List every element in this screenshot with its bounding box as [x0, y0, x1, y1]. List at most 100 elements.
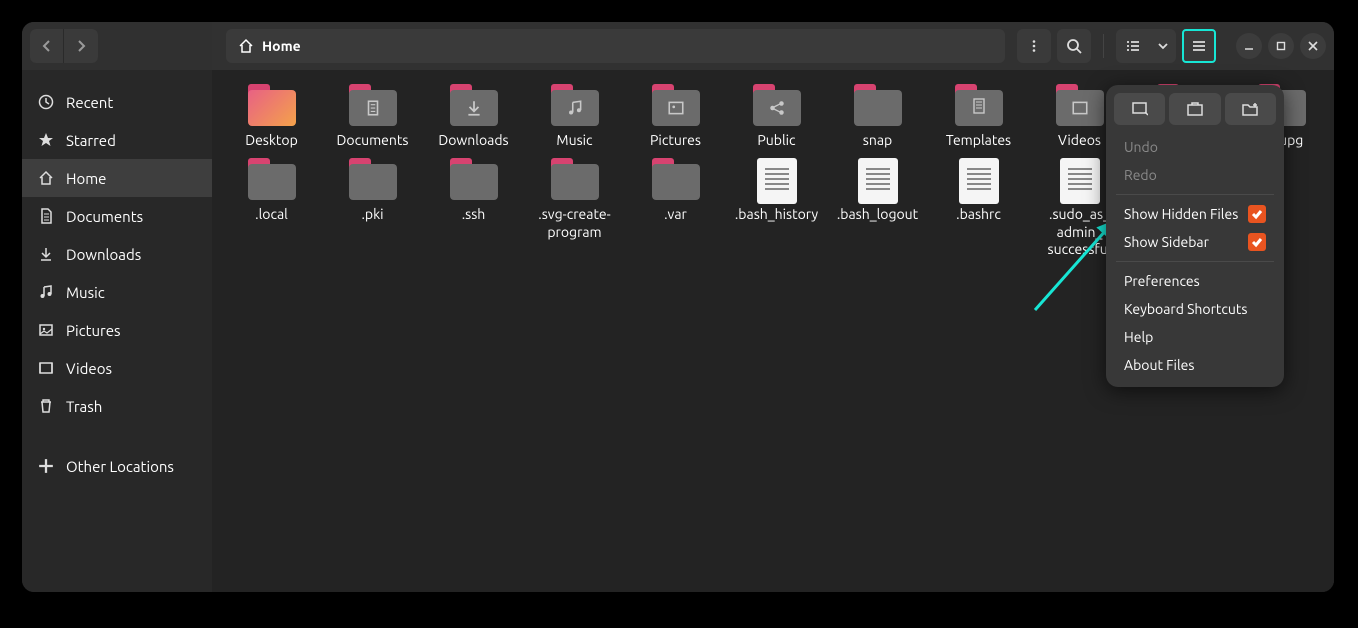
file-item[interactable]: .bashrc: [928, 154, 1029, 259]
file-name-label: .bash_​logout: [837, 206, 918, 224]
search-button[interactable]: [1057, 29, 1091, 63]
sidebar-item-trash[interactable]: Trash: [22, 387, 212, 425]
folder-icon: [854, 84, 902, 126]
document-icon: [38, 208, 54, 224]
sidebar-item-home[interactable]: Home: [22, 159, 212, 197]
menu-redo: Redo: [1114, 161, 1276, 189]
folder-icon: [349, 84, 397, 126]
new-folder-icon: [1242, 102, 1258, 116]
sidebar-item-downloads[interactable]: Downloads: [22, 235, 212, 273]
file-item[interactable]: .local: [221, 154, 322, 259]
sidebar-header: [22, 22, 212, 70]
file-name-label: Desktop: [245, 132, 298, 150]
new-folder-button[interactable]: [1225, 93, 1276, 125]
folder-icon: [753, 84, 801, 126]
separator: [1103, 34, 1104, 58]
sidebar-item-label: Downloads: [66, 246, 141, 263]
sidebar-item-recent[interactable]: Recent: [22, 83, 212, 121]
sidebar-item-label: Trash: [66, 398, 102, 415]
sidebar-item-label: Recent: [66, 94, 113, 111]
list-view-button[interactable]: [1116, 29, 1150, 63]
minimize-button[interactable]: [1236, 33, 1262, 59]
new-tab-button[interactable]: [1169, 93, 1220, 125]
file-name-label: Music: [556, 132, 592, 150]
file-name-label: .local: [255, 206, 288, 224]
text-file-icon: [854, 158, 902, 200]
file-item[interactable]: Public: [726, 80, 827, 150]
file-name-label: Downloads: [438, 132, 508, 150]
close-button[interactable]: [1300, 33, 1326, 59]
file-item[interactable]: snap: [827, 80, 928, 150]
maximize-button[interactable]: [1268, 33, 1294, 59]
text-file-icon: [955, 158, 1003, 200]
sidebar-item-pictures[interactable]: Pictures: [22, 311, 212, 349]
file-item[interactable]: .ssh: [423, 154, 524, 259]
sidebar-item-videos[interactable]: Videos: [22, 349, 212, 387]
list-icon: [1125, 38, 1141, 54]
new-window-button[interactable]: [1114, 93, 1165, 125]
menu-show-hidden-files[interactable]: Show Hidden Files: [1114, 200, 1276, 228]
folder-icon: [450, 158, 498, 200]
music-icon: [38, 284, 54, 300]
folder-icon: [248, 158, 296, 200]
file-name-label: .bashrc: [956, 206, 1001, 224]
sidebar-item-music[interactable]: Music: [22, 273, 212, 311]
menu-keyboard-shortcuts[interactable]: Keyboard Shortcuts: [1114, 295, 1276, 323]
menu-preferences[interactable]: Preferences: [1114, 267, 1276, 295]
folder-icon: [955, 84, 1003, 126]
chevron-right-icon: [75, 40, 87, 52]
hamburger-menu-button[interactable]: [1182, 29, 1216, 63]
folder-icon: [652, 158, 700, 200]
sidebar-item-label: Starred: [66, 132, 116, 149]
folder-icon: [248, 84, 296, 126]
nav-back-button[interactable]: [30, 29, 64, 63]
menu-help[interactable]: Help: [1114, 323, 1276, 351]
hamburger-popup-menu: Undo Redo Show Hidden Files Show Sidebar…: [1106, 85, 1284, 387]
plus-icon: [38, 458, 54, 474]
sidebar-item-documents[interactable]: Documents: [22, 197, 212, 235]
sidebar-item-label: Other Locations: [66, 458, 174, 475]
chevron-left-icon: [41, 40, 53, 52]
hamburger-icon: [1191, 38, 1207, 54]
view-dropdown-button[interactable]: [1150, 29, 1176, 63]
close-icon: [1308, 41, 1318, 51]
path-location: Home: [262, 38, 301, 54]
folder-icon: [349, 158, 397, 200]
download-icon: [38, 246, 54, 262]
menu-about-files[interactable]: About Files: [1114, 351, 1276, 379]
file-item[interactable]: Templates: [928, 80, 1029, 150]
more-actions-button[interactable]: [1017, 29, 1051, 63]
file-name-label: .bash_​history: [735, 206, 818, 224]
file-item[interactable]: .var: [625, 154, 726, 259]
file-item[interactable]: Downloads: [423, 80, 524, 150]
video-icon: [38, 360, 54, 376]
folder-icon: [652, 84, 700, 126]
folder-icon: [551, 158, 599, 200]
popup-window-actions: [1114, 93, 1276, 125]
file-item[interactable]: Music: [524, 80, 625, 150]
nav-forward-button[interactable]: [64, 29, 98, 63]
path-bar[interactable]: Home: [226, 29, 1005, 63]
file-manager-window: Recent Starred Home Documents Downloads Music…: [22, 22, 1334, 592]
file-item[interactable]: .svg-create-program: [524, 154, 625, 259]
nav-back-forward-group: [30, 29, 98, 63]
sidebar-other-locations[interactable]: Other Locations: [22, 447, 212, 485]
view-mode-group: [1116, 29, 1176, 63]
menu-show-sidebar[interactable]: Show Sidebar: [1114, 228, 1276, 256]
file-item[interactable]: .pki: [322, 154, 423, 259]
file-item[interactable]: Pictures: [625, 80, 726, 150]
file-item[interactable]: Desktop: [221, 80, 322, 150]
home-icon: [38, 170, 54, 186]
menu-separator: [1116, 261, 1274, 262]
file-item[interactable]: .bash_​logout: [827, 154, 928, 259]
file-name-label: .var: [664, 206, 687, 224]
trash-icon: [38, 398, 54, 414]
file-name-label: .ssh: [462, 206, 486, 224]
sidebar-item-label: Documents: [66, 208, 143, 225]
search-icon: [1066, 38, 1082, 54]
sidebar-item-starred[interactable]: Starred: [22, 121, 212, 159]
folder-icon: [1056, 84, 1104, 126]
file-item[interactable]: Documents: [322, 80, 423, 150]
checkbox-checked-icon: [1248, 233, 1266, 251]
file-item[interactable]: .bash_​history: [726, 154, 827, 259]
